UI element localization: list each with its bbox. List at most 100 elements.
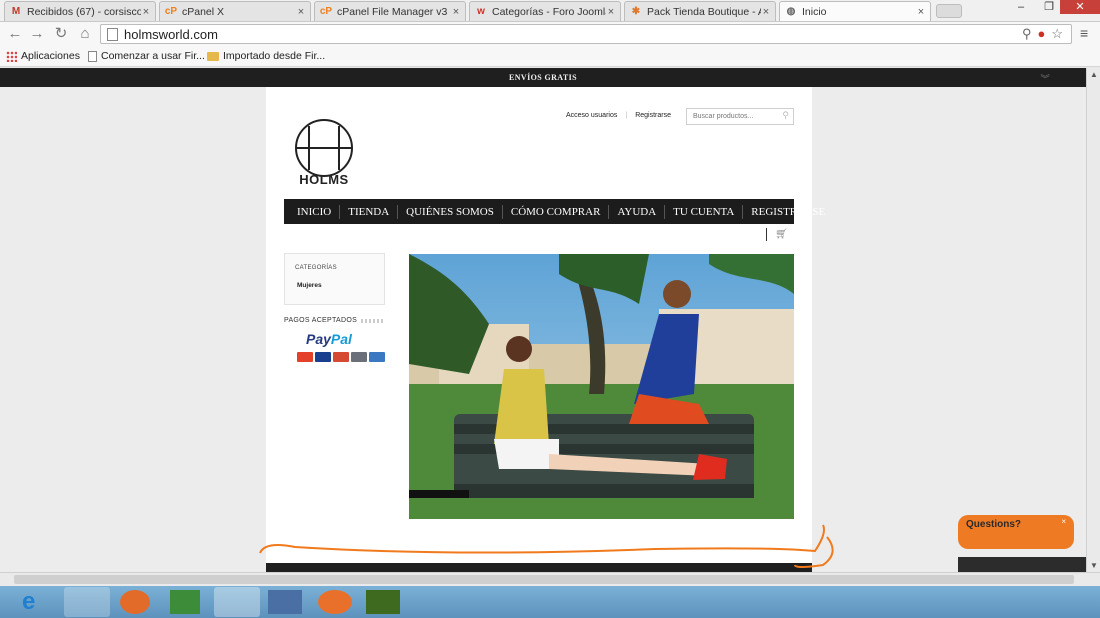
- cart-divider: [766, 228, 767, 241]
- browser-tab[interactable]: ◍ Inicio ×: [779, 1, 931, 21]
- page-icon: [88, 50, 97, 62]
- search-placeholder: Buscar productos...: [693, 113, 754, 120]
- link-separator: |: [625, 112, 628, 119]
- divider-dots: [361, 318, 385, 323]
- forum-icon: w: [477, 6, 485, 17]
- url-text: holmsworld.com: [124, 26, 218, 42]
- bookmark-label: Aplicaciones: [21, 50, 80, 62]
- chat-offline-bar[interactable]: [958, 557, 1086, 572]
- chat-title: Questions?: [966, 519, 1022, 530]
- browser-tab[interactable]: M Recibidos (67) - corsiscom ×: [4, 1, 156, 21]
- nav-item[interactable]: REGISTRARSE: [743, 205, 833, 219]
- promo-bar: ENVÍOS GRATIS ︾: [0, 68, 1086, 87]
- site-container: HOLMS Acceso usuarios | Registrarse Busc…: [266, 87, 825, 563]
- bookmark-importado[interactable]: Importado desde Fir...: [207, 50, 325, 62]
- scroll-down-icon[interactable]: ▼: [1090, 561, 1098, 570]
- close-window-icon[interactable]: ✕: [1060, 0, 1100, 14]
- internet-explorer-icon[interactable]: e: [22, 589, 52, 615]
- main-nav: INICIO TIENDA QUIÉNES SOMOS CÓMO COMPRAR AYU…: [284, 199, 825, 224]
- bookmark-apps[interactable]: Aplicaciones: [6, 50, 80, 62]
- scroll-thumb[interactable]: [14, 575, 1074, 584]
- bookmark-comenzar[interactable]: Comenzar a usar Fir...: [88, 50, 205, 62]
- back-icon[interactable]: ←: [6, 25, 24, 43]
- card-icon: [351, 352, 367, 362]
- minimize-icon[interactable]: –: [1008, 0, 1034, 14]
- firefox-icon[interactable]: [318, 590, 352, 614]
- categories-box: CATEGORÍAS Mujeres: [284, 253, 385, 305]
- chat-widget[interactable]: Questions? ×: [958, 515, 1074, 549]
- vertical-scrollbar[interactable]: ▲ ▼: [1086, 68, 1100, 572]
- paypal-logo: PayPal: [306, 331, 352, 347]
- payments-title: PAGOS ACEPTADOS: [284, 317, 358, 324]
- file-explorer-icon[interactable]: [64, 587, 110, 617]
- tab-title: Inicio: [802, 5, 827, 18]
- taskbar: e: [0, 586, 1100, 618]
- hero-banner-image[interactable]: [409, 254, 794, 519]
- logo-text: HOLMS: [299, 172, 349, 187]
- app-icon[interactable]: [170, 590, 200, 614]
- paypal-text-pay: Pay: [306, 331, 331, 347]
- browser-tab[interactable]: ✱ Pack Tienda Boutique - Ar ×: [624, 1, 776, 21]
- home-icon[interactable]: ⌂: [76, 25, 94, 43]
- mastercard-icon: [297, 352, 313, 362]
- scroll-up-icon[interactable]: ▲: [1090, 70, 1098, 79]
- tab-strip: M Recibidos (67) - corsiscom × cP cPanel X × c…: [0, 0, 1100, 22]
- register-link[interactable]: Registrarse: [635, 112, 671, 119]
- close-tab-icon[interactable]: ×: [606, 6, 616, 18]
- gmail-icon: M: [11, 6, 21, 17]
- nav-item[interactable]: INICIO: [289, 204, 341, 219]
- tab-title: Categorías - Foro Joomla!: [492, 5, 606, 18]
- cpanel-icon: cP: [164, 6, 178, 17]
- nav-item[interactable]: TU CUENTA: [665, 204, 744, 219]
- tab-title: Pack Tienda Boutique - Ar: [647, 5, 761, 18]
- annotation-underline: [259, 524, 834, 568]
- tab-title: Recibidos (67) - corsiscom: [27, 5, 141, 18]
- search-input[interactable]: Buscar productos... ⚲: [686, 108, 794, 125]
- page-viewport: ENVÍOS GRATIS ︾ HOLMS Acceso usuarios | …: [0, 68, 1086, 572]
- browser-tab[interactable]: cP cPanel File Manager v3 ×: [314, 1, 466, 21]
- bookmark-star-icon[interactable]: ☆: [1051, 26, 1063, 42]
- close-tab-icon[interactable]: ×: [296, 6, 306, 18]
- paypal-text-pal: Pal: [330, 331, 352, 347]
- page-icon: [107, 27, 118, 41]
- close-tab-icon[interactable]: ×: [916, 6, 926, 18]
- folder-icon: [207, 51, 219, 61]
- menu-icon[interactable]: ≡: [1080, 25, 1094, 43]
- close-icon[interactable]: ×: [1061, 517, 1066, 526]
- app-icon[interactable]: [120, 590, 150, 614]
- dreamweaver-icon[interactable]: [366, 590, 400, 614]
- search-icon[interactable]: ⚲: [782, 110, 789, 121]
- payments-header: PAGOS ACEPTADOS: [284, 317, 385, 324]
- globe-icon: ◍: [786, 6, 796, 17]
- search-icon[interactable]: ⚲: [1022, 26, 1032, 42]
- tab-title: cPanel File Manager v3: [337, 5, 448, 18]
- joomla-icon: ✱: [631, 6, 641, 17]
- app-icon[interactable]: [268, 590, 302, 614]
- categories-title: CATEGORÍAS: [295, 265, 337, 271]
- tab-title: cPanel X: [182, 5, 225, 18]
- nav-item[interactable]: CÓMO COMPRAR: [503, 204, 610, 219]
- cpanel-icon: cP: [319, 6, 333, 17]
- close-tab-icon[interactable]: ×: [141, 6, 151, 18]
- nav-item[interactable]: QUIÉNES SOMOS: [398, 204, 503, 219]
- new-tab-button[interactable]: [936, 4, 962, 18]
- browser-tab[interactable]: cP cPanel X ×: [159, 1, 311, 21]
- cart-icon[interactable]: 🛒︎: [775, 229, 788, 240]
- category-item-mujeres[interactable]: Mujeres: [297, 282, 322, 289]
- browser-tab[interactable]: w Categorías - Foro Joomla! ×: [469, 1, 621, 21]
- address-bar[interactable]: holmsworld.com ⚲ ● ☆: [100, 24, 1072, 44]
- extension-icon[interactable]: ●: [1037, 26, 1045, 42]
- reload-icon[interactable]: ↻: [52, 25, 70, 43]
- chevron-down-icon[interactable]: ︾: [1041, 70, 1050, 89]
- restore-icon[interactable]: ❐: [1036, 0, 1062, 14]
- nav-item[interactable]: TIENDA: [340, 204, 399, 219]
- card-logos: [297, 352, 385, 362]
- horizontal-scrollbar[interactable]: [0, 572, 1100, 586]
- close-tab-icon[interactable]: ×: [451, 6, 461, 18]
- chrome-icon[interactable]: [214, 587, 260, 617]
- forward-icon[interactable]: →: [28, 25, 46, 43]
- nav-item[interactable]: AYUDA: [609, 204, 666, 219]
- login-link[interactable]: Acceso usuarios: [566, 112, 617, 119]
- bookmarks-bar: Aplicaciones Comenzar a usar Fir... Impo…: [0, 46, 1100, 67]
- close-tab-icon[interactable]: ×: [761, 6, 771, 18]
